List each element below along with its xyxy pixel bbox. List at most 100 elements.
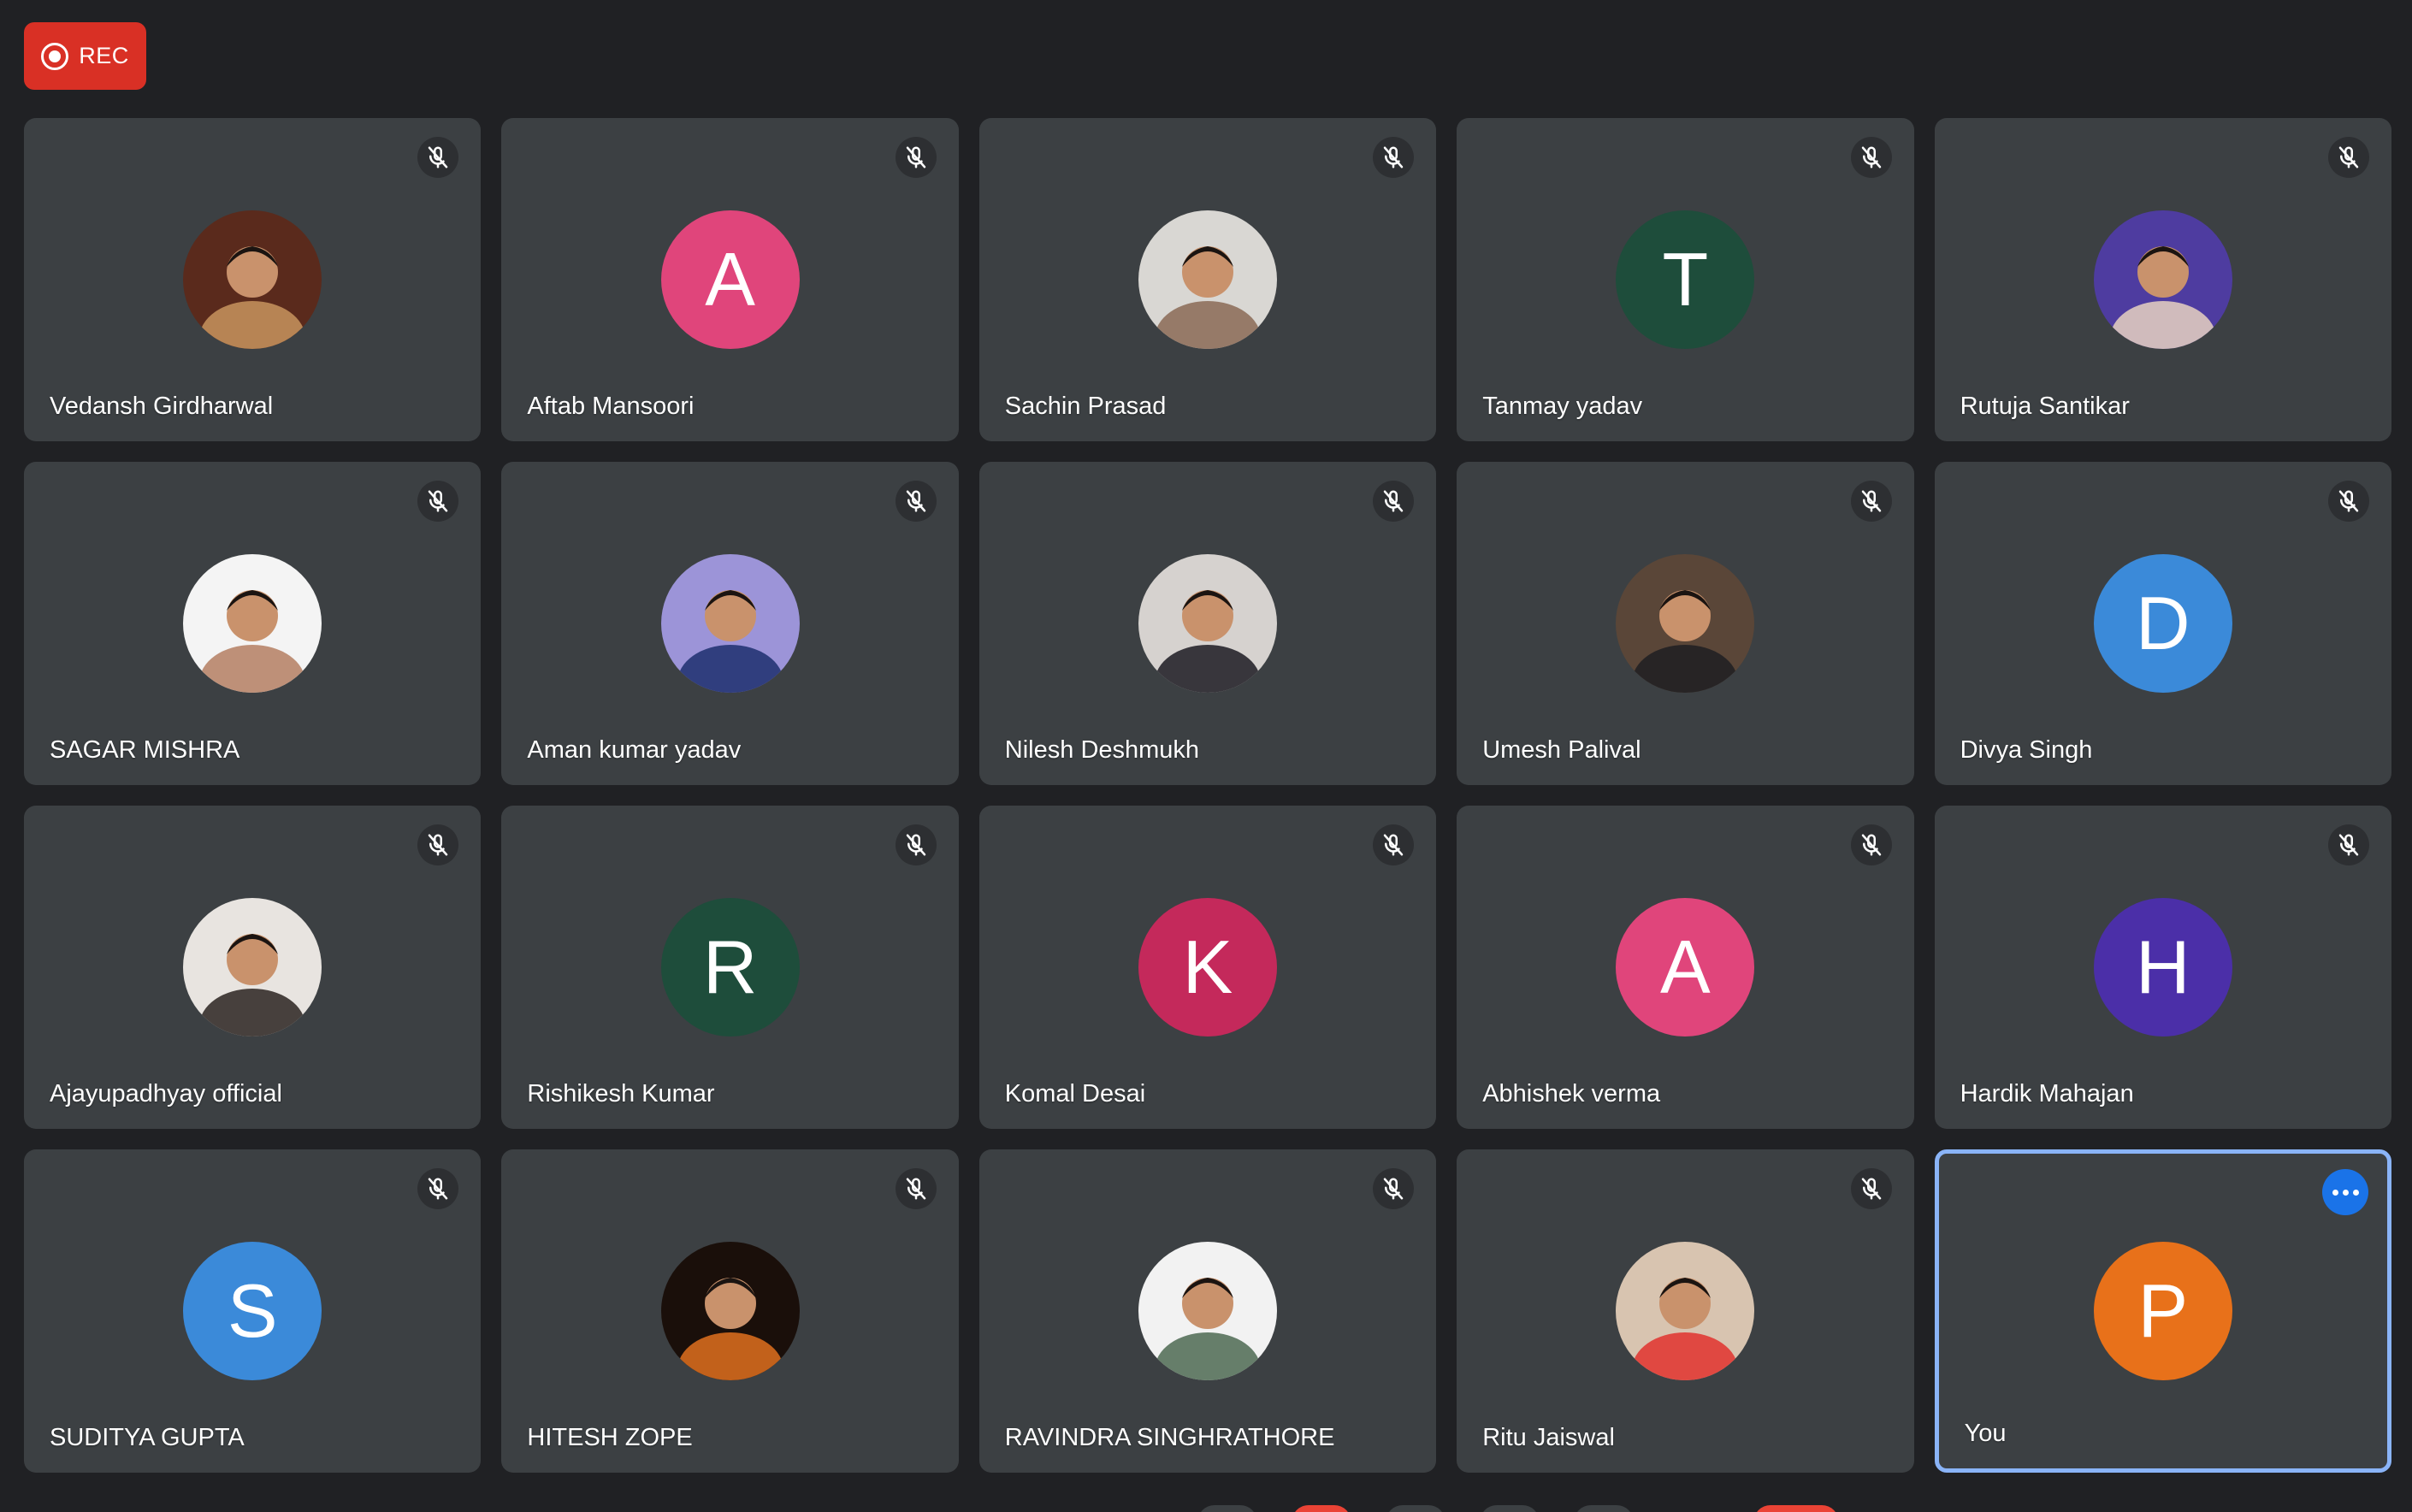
participant-name: Ritu Jaiswal xyxy=(1482,1424,1615,1451)
participant-tile[interactable]: Nilesh Deshmukh xyxy=(978,462,1437,785)
participant-name: RAVINDRA SINGHRATHORE xyxy=(1004,1424,1335,1451)
participant-photo xyxy=(183,210,322,349)
mic-off-icon xyxy=(2328,481,2369,522)
participant-name: Rishikesh Kumar xyxy=(527,1080,715,1107)
participant-tile[interactable]: Rutuja Santikar xyxy=(1934,118,2391,441)
mic-off-icon xyxy=(1850,137,1892,178)
participant-name: Umesh Palival xyxy=(1482,736,1641,764)
mic-off-icon xyxy=(1373,824,1415,865)
control-button[interactable] xyxy=(1480,1505,1540,1512)
participant-name: SUDITYA GUPTA xyxy=(50,1424,245,1451)
participant-tile[interactable]: D Divya Singh xyxy=(1934,462,2391,785)
participant-tile[interactable]: HITESH ZOPE xyxy=(501,1149,959,1473)
mic-off-icon xyxy=(417,1168,459,1209)
mic-off-icon xyxy=(417,137,459,178)
self-tile[interactable]: P You xyxy=(1934,1149,2391,1473)
avatar-initial: H xyxy=(2136,924,2190,1009)
participant-name: SAGAR MISHRA xyxy=(50,736,240,764)
control-button[interactable] xyxy=(1292,1505,1351,1512)
mic-off-icon xyxy=(1373,137,1415,178)
participant-name: Rutuja Santikar xyxy=(1960,393,2130,420)
participant-tile[interactable]: SAGAR MISHRA xyxy=(24,462,482,785)
participant-photo xyxy=(183,554,322,693)
participant-avatar: H xyxy=(2093,898,2232,1037)
mic-off-icon xyxy=(895,1168,937,1209)
participant-photo xyxy=(183,898,322,1037)
participant-tile[interactable]: Vedansh Girdharwal xyxy=(24,118,482,441)
participant-name: Nilesh Deshmukh xyxy=(1004,736,1200,764)
participant-avatar: D xyxy=(2093,554,2232,693)
mic-off-icon xyxy=(1850,481,1892,522)
participant-tile[interactable]: Ritu Jaiswal xyxy=(1457,1149,1914,1473)
participant-name: Hardik Mahajan xyxy=(1960,1080,2134,1107)
participant-tile[interactable]: H Hardik Mahajan xyxy=(1934,806,2391,1129)
participant-photo xyxy=(1138,210,1277,349)
participant-photo xyxy=(1138,1242,1277,1380)
participant-tile[interactable]: S SUDITYA GUPTA xyxy=(24,1149,482,1473)
participant-name: Tanmay yadav xyxy=(1482,393,1643,420)
participant-tile[interactable]: RAVINDRA SINGHRATHORE xyxy=(978,1149,1437,1473)
control-button[interactable] xyxy=(1386,1505,1445,1512)
participant-photo xyxy=(2093,210,2232,349)
participant-name: Komal Desai xyxy=(1004,1080,1146,1107)
mic-off-icon xyxy=(1850,1168,1892,1209)
participant-tile[interactable]: Sachin Prasad xyxy=(978,118,1437,441)
mic-off-icon xyxy=(895,481,937,522)
avatar-initial: R xyxy=(702,924,758,1009)
participant-avatar: S xyxy=(183,1242,322,1380)
recording-label: REC xyxy=(79,43,129,68)
mic-off-icon xyxy=(417,824,459,865)
control-button[interactable] xyxy=(1197,1505,1257,1512)
participant-name: Abhishek verma xyxy=(1482,1080,1661,1107)
mic-off-icon xyxy=(417,481,459,522)
meeting-stage: REC Vedansh Girdharwal A Aftab Mansoori … xyxy=(0,0,2412,1512)
avatar-initial: A xyxy=(705,237,755,322)
participant-photo xyxy=(660,1242,800,1380)
participant-name: Divya Singh xyxy=(1960,736,2093,764)
participant-tile[interactable]: R Rishikesh Kumar xyxy=(501,806,959,1129)
leave-call-button[interactable] xyxy=(1753,1505,1839,1512)
avatar-initial: A xyxy=(1660,924,1711,1009)
control-button[interactable] xyxy=(1574,1505,1634,1512)
participant-avatar: A xyxy=(1616,898,1755,1037)
participant-tile[interactable]: Umesh Palival xyxy=(1457,462,1914,785)
participant-photo xyxy=(1616,1242,1755,1380)
mic-off-icon xyxy=(895,137,937,178)
participant-tile[interactable]: Ajayupadhyay official xyxy=(24,806,482,1129)
participant-name: Aftab Mansoori xyxy=(527,393,695,420)
avatar-initial: D xyxy=(2136,581,2190,665)
mic-off-icon xyxy=(2328,137,2369,178)
control-bar-peek xyxy=(0,1498,2412,1512)
record-icon xyxy=(41,42,69,70)
avatar-initial: S xyxy=(227,1268,278,1353)
participant-tile[interactable]: A Aftab Mansoori xyxy=(501,118,959,441)
participant-name: Aman kumar yadav xyxy=(527,736,742,764)
participant-tile[interactable]: A Abhishek verma xyxy=(1457,806,1914,1129)
mic-off-icon xyxy=(2328,824,2369,865)
mic-off-icon xyxy=(1850,824,1892,865)
participant-avatar: A xyxy=(660,210,800,349)
participant-tile[interactable]: K Komal Desai xyxy=(978,806,1437,1129)
participant-name: You xyxy=(1964,1420,2007,1447)
participant-grid: Vedansh Girdharwal A Aftab Mansoori Sach… xyxy=(24,118,2391,1473)
participant-photo xyxy=(1616,554,1755,693)
participant-tile[interactable]: T Tanmay yadav xyxy=(1457,118,1914,441)
participant-avatar: T xyxy=(1616,210,1755,349)
participant-photo xyxy=(660,554,800,693)
avatar-initial: K xyxy=(1182,924,1233,1009)
avatar-initial: P xyxy=(2137,1268,2189,1353)
more-options-button[interactable] xyxy=(2322,1169,2368,1215)
participant-name: HITESH ZOPE xyxy=(527,1424,693,1451)
participant-avatar: P xyxy=(2093,1242,2232,1380)
participant-avatar: K xyxy=(1138,898,1277,1037)
more-horiz-icon xyxy=(2332,1189,2338,1196)
participant-name: Sachin Prasad xyxy=(1004,393,1167,420)
participant-name: Ajayupadhyay official xyxy=(50,1080,282,1107)
participant-tile[interactable]: Aman kumar yadav xyxy=(501,462,959,785)
avatar-initial: T xyxy=(1662,237,1709,322)
recording-badge[interactable]: REC xyxy=(24,22,146,90)
participant-name: Vedansh Girdharwal xyxy=(50,393,274,420)
participant-avatar: R xyxy=(660,898,800,1037)
mic-off-icon xyxy=(1373,1168,1415,1209)
mic-off-icon xyxy=(895,824,937,865)
